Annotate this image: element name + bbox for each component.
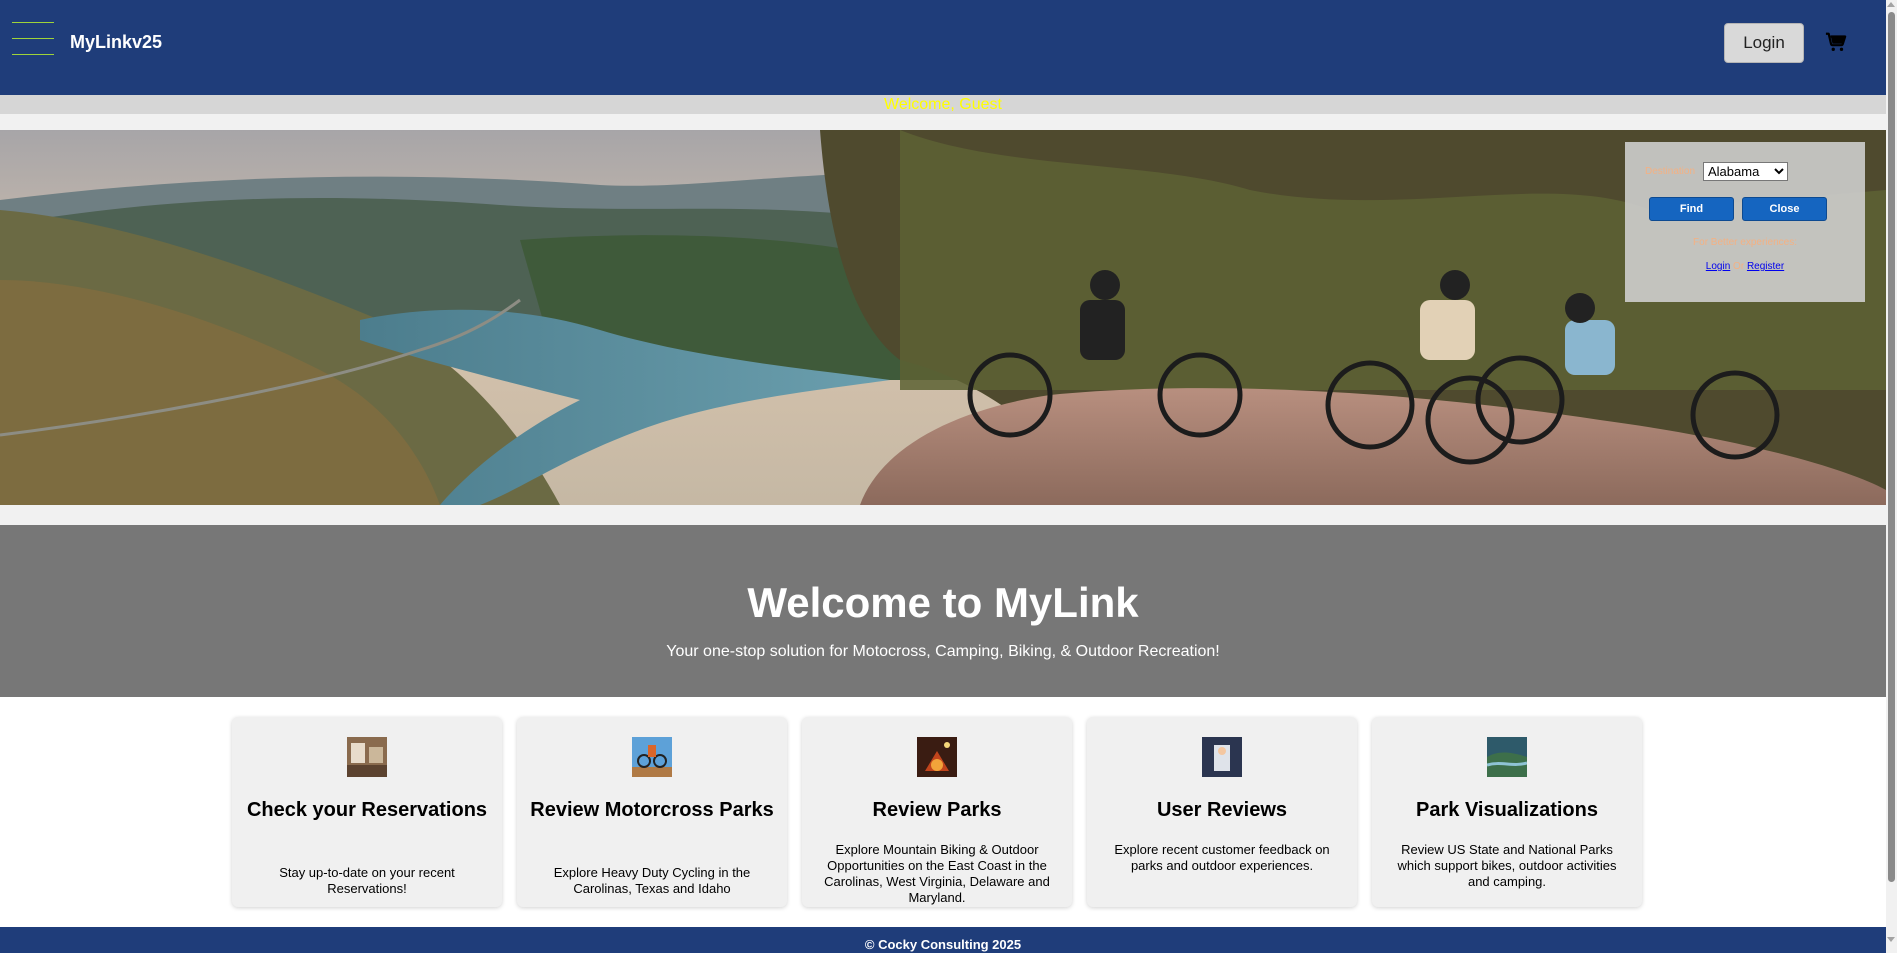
page-title: Welcome to MyLink bbox=[747, 579, 1139, 626]
welcome-guest-text: Welcome, Guest bbox=[0, 95, 1886, 114]
card-description: Stay up-to-date on your recent Reservati… bbox=[279, 865, 455, 896]
better-experience-text: For Better experiences: bbox=[1693, 237, 1797, 248]
divider bbox=[0, 505, 1886, 525]
page-scrollbar[interactable] bbox=[1886, 0, 1897, 953]
divider bbox=[0, 114, 1886, 130]
card-review-parks[interactable]: Review Parks Explore Mountain Biking & O… bbox=[802, 717, 1072, 907]
scroll-up-arrow-icon[interactable] bbox=[1887, 2, 1895, 7]
or-text: Or bbox=[1733, 261, 1745, 272]
find-button[interactable]: Find bbox=[1649, 197, 1734, 221]
destination-panel: Destination Alabama Find Close For Bette… bbox=[1625, 142, 1865, 302]
card-title: Review Parks bbox=[872, 799, 1002, 821]
card-user-reviews[interactable]: User Reviews Explore recent customer fee… bbox=[1087, 717, 1357, 907]
reservations-thumbnail bbox=[347, 737, 387, 777]
login-button[interactable]: Login bbox=[1724, 23, 1804, 63]
park-visualizations-thumbnail bbox=[1487, 737, 1527, 777]
page-subtitle: Your one-stop solution for Motocross, Ca… bbox=[666, 643, 1220, 660]
card-motorcross-parks[interactable]: Review Motorcross Parks Explore Heavy Du… bbox=[517, 717, 787, 907]
card-description: Review US State and National Parks which… bbox=[1397, 842, 1617, 889]
scrollbar-thumb[interactable] bbox=[1888, 12, 1895, 882]
motorcross-thumbnail bbox=[632, 737, 672, 777]
footer-copyright: © Cocky Consulting 2025 bbox=[864, 937, 1022, 952]
card-title: User Reviews bbox=[1156, 799, 1288, 821]
top-navbar: MyLinkv25 Login bbox=[0, 0, 1886, 95]
auth-links: Login Or Register bbox=[1625, 261, 1865, 272]
destination-label: Destination bbox=[1645, 166, 1696, 177]
page: MyLinkv25 Login Welcome, Guest Destinati… bbox=[0, 0, 1886, 953]
card-description: Explore recent customer feedback on park… bbox=[1114, 842, 1330, 873]
hero-image bbox=[0, 130, 1886, 505]
destination-select[interactable]: Alabama bbox=[1703, 162, 1788, 181]
brand-title[interactable]: MyLinkv25 bbox=[70, 32, 162, 53]
parks-thumbnail bbox=[917, 737, 957, 777]
feature-cards: Check your Reservations Stay up-to-date … bbox=[232, 717, 1642, 907]
welcome-banner: Welcome to MyLink Your one-stop solution… bbox=[0, 525, 1886, 697]
user-reviews-thumbnail bbox=[1202, 737, 1242, 777]
card-description: Explore Heavy Duty Cycling in the Caroli… bbox=[553, 865, 751, 896]
card-park-visualizations[interactable]: Park Visualizations Review US State and … bbox=[1372, 717, 1642, 907]
card-description: Explore Mountain Biking & Outdoor Opport… bbox=[824, 842, 1050, 905]
panel-register-link[interactable]: Register bbox=[1747, 261, 1784, 272]
shopping-cart-icon[interactable] bbox=[1825, 31, 1847, 53]
scroll-down-arrow-icon[interactable] bbox=[1887, 937, 1895, 942]
footer: © Cocky Consulting 2025 bbox=[0, 927, 1886, 953]
card-title: Park Visualizations bbox=[1416, 799, 1598, 821]
card-reservations[interactable]: Check your Reservations Stay up-to-date … bbox=[232, 717, 502, 907]
panel-login-link[interactable]: Login bbox=[1706, 261, 1730, 272]
card-title: Check your Reservations bbox=[246, 799, 488, 821]
card-title: Review Motorcross Parks bbox=[530, 799, 774, 821]
close-button[interactable]: Close bbox=[1742, 197, 1827, 221]
hamburger-menu-icon[interactable] bbox=[12, 20, 54, 56]
